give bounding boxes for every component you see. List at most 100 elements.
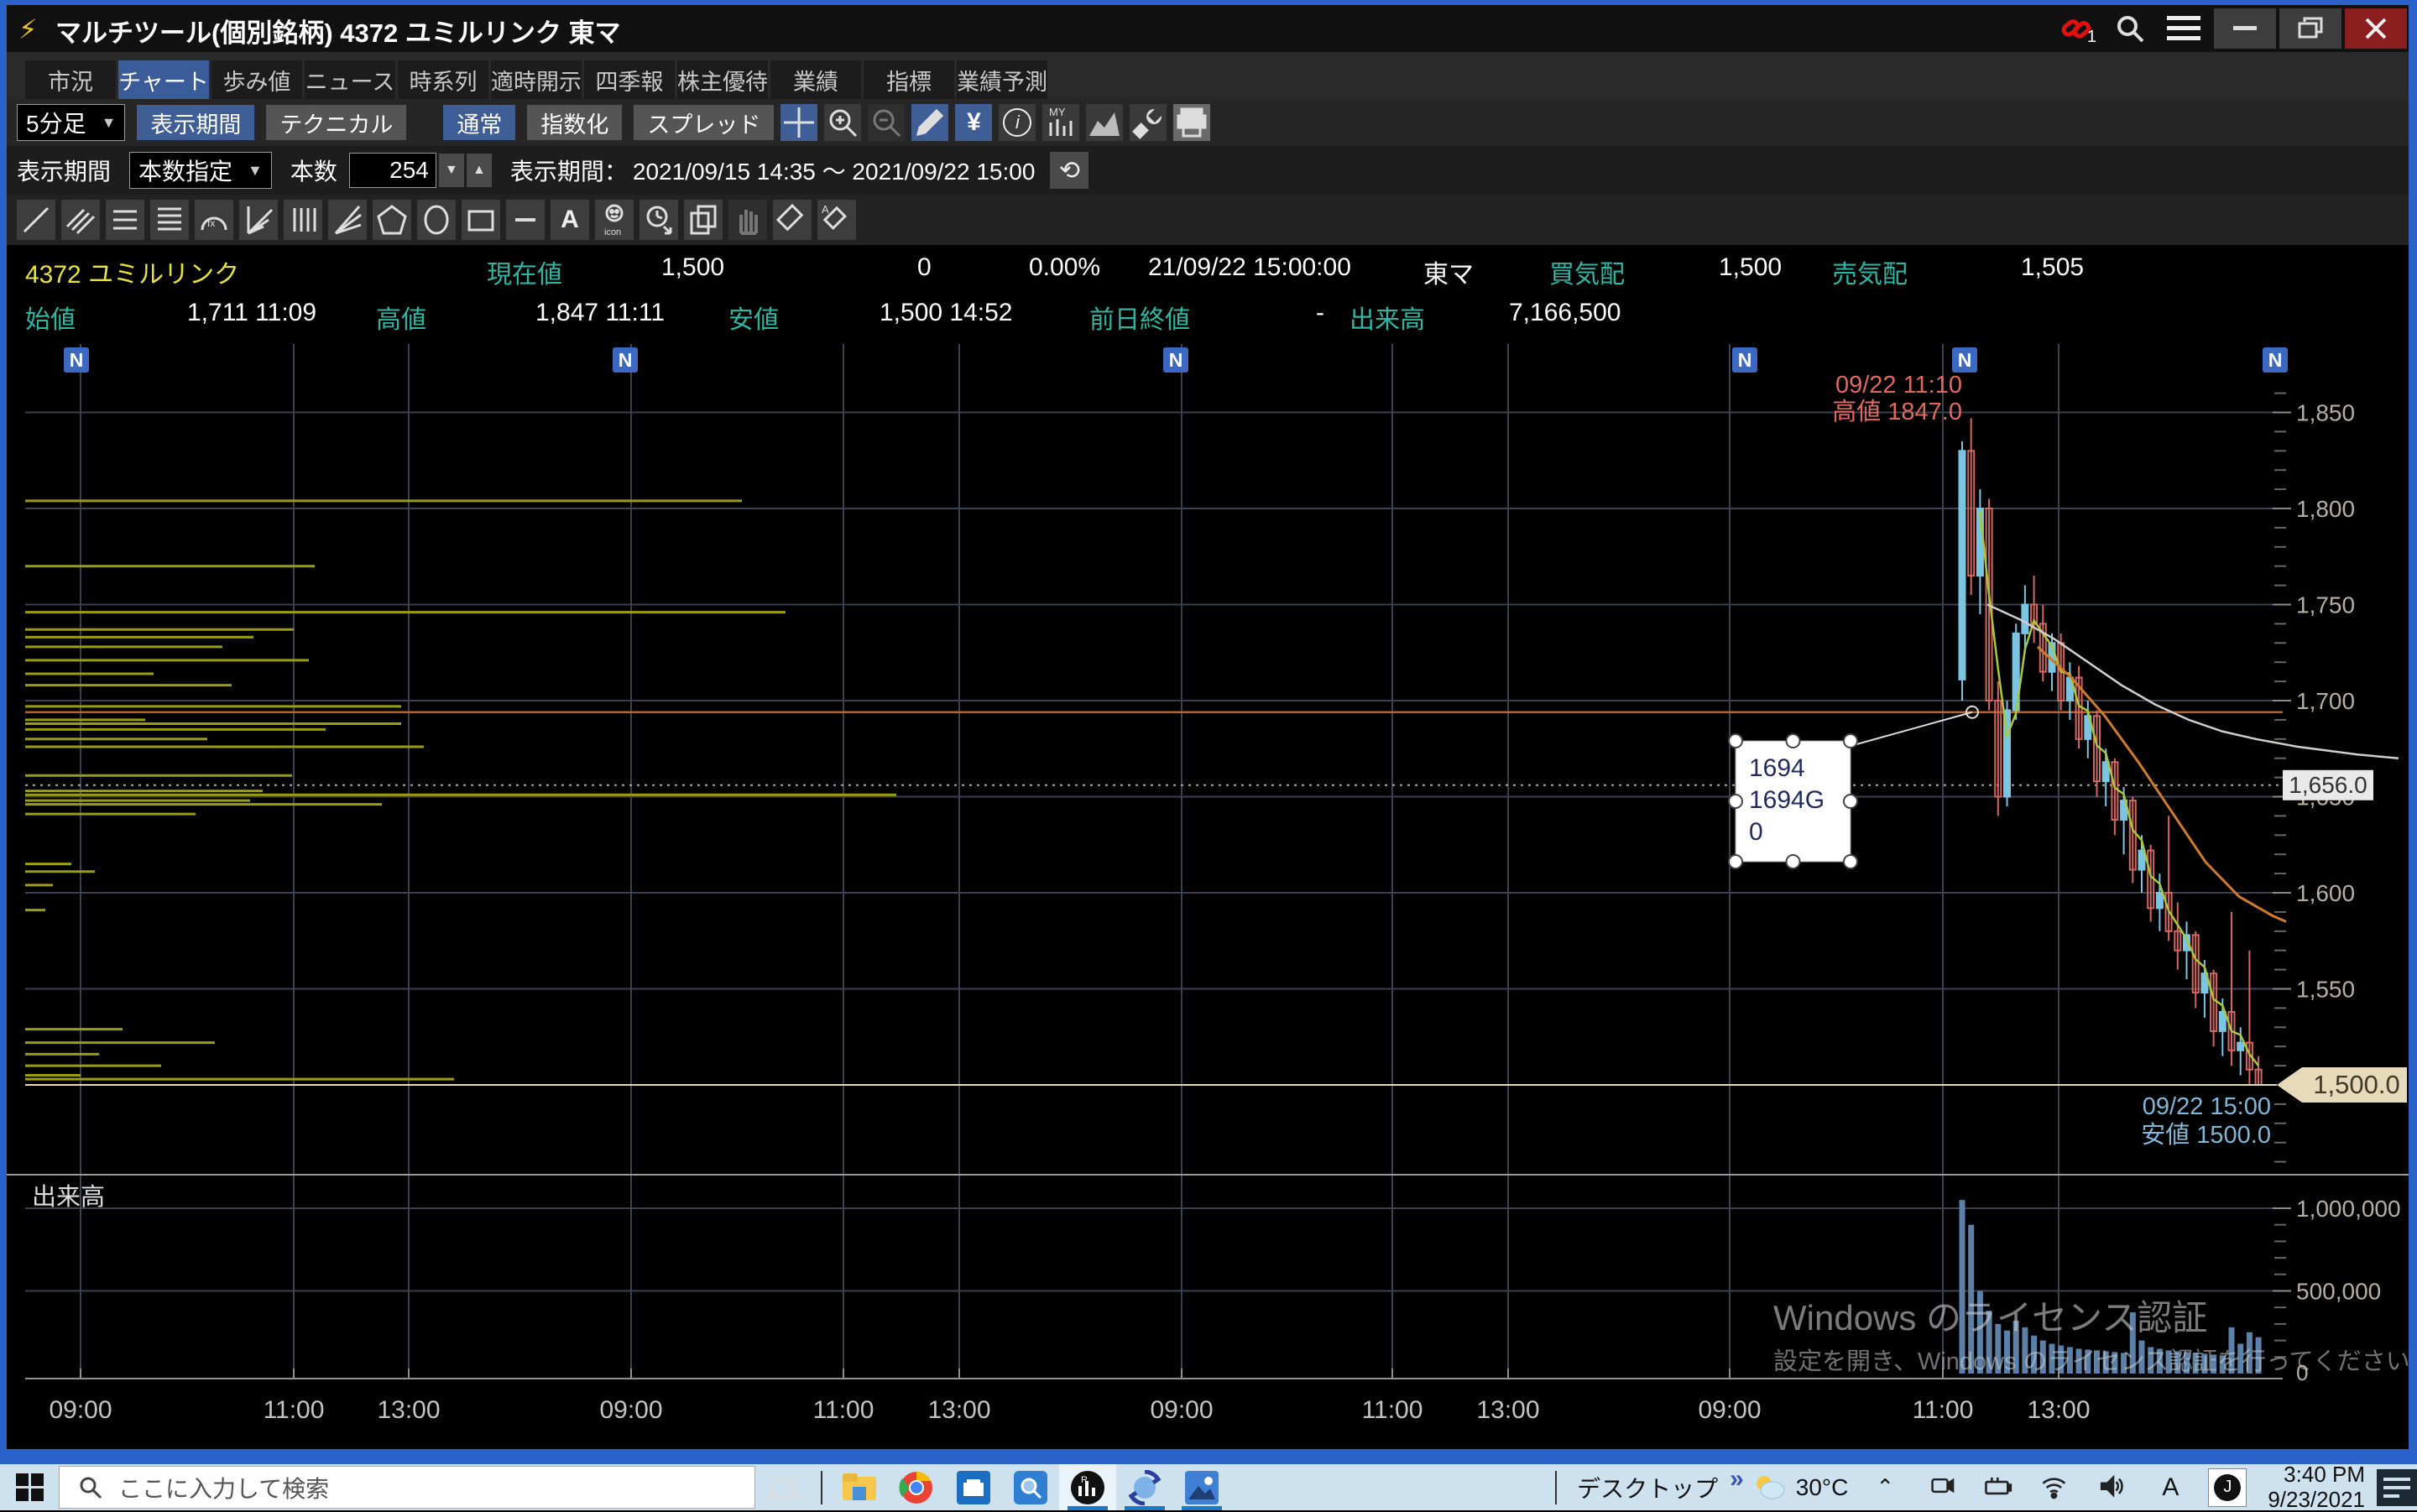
text-tool-icon[interactable]: A: [551, 200, 589, 240]
count-up-button[interactable]: ▲: [467, 154, 492, 187]
taskbar-divider: [821, 1471, 822, 1504]
taskbar-clock[interactable]: 3:40 PM9/23/2021: [2256, 1464, 2377, 1510]
toolbar-button-3[interactable]: 指数化: [527, 105, 622, 140]
range-value: 2021/09/15 14:35 ～ 2021/09/22 15:00: [633, 154, 1036, 187]
low-annotation: 09/22 15:00: [2143, 1093, 2271, 1120]
task-view-icon[interactable]: [755, 1464, 812, 1510]
file-explorer-icon[interactable]: [831, 1464, 888, 1510]
gann-fan-icon[interactable]: [328, 200, 367, 240]
price-axis-label: 1,800: [2296, 496, 2355, 522]
volume-icon[interactable]: [2085, 1464, 2142, 1510]
tray-expand-chevron-icon[interactable]: ⌃: [1856, 1464, 1913, 1510]
tab-0[interactable]: 市況: [25, 60, 116, 99]
tab-10[interactable]: 業績予測: [957, 60, 1047, 99]
meet-now-icon[interactable]: [1913, 1464, 1971, 1510]
pentagon-icon[interactable]: [373, 200, 411, 240]
selection-handle[interactable]: [1729, 795, 1742, 808]
marketspeed-app-icon[interactable]: R: [1059, 1464, 1116, 1510]
time-axis-label: 09:00: [49, 1396, 112, 1424]
sync-app-icon[interactable]: [1116, 1464, 1173, 1510]
fibonacci-arc-icon[interactable]: fx: [195, 200, 233, 240]
tab-2[interactable]: 歩み値: [211, 60, 302, 99]
selection-handle[interactable]: [1844, 734, 1857, 748]
h-lines-4-icon[interactable]: [150, 200, 189, 240]
start-button[interactable]: [0, 1464, 59, 1510]
icon-stamp-icon[interactable]: icon: [595, 200, 634, 240]
reset-range-button[interactable]: ⟲: [1050, 152, 1088, 189]
store-icon[interactable]: [945, 1464, 1002, 1510]
crosshair-icon[interactable]: [780, 104, 817, 141]
pencil-icon[interactable]: [911, 104, 948, 141]
selection-handle[interactable]: [1787, 734, 1800, 748]
svg-text:N: N: [1169, 349, 1183, 371]
copy-layers-icon[interactable]: [684, 200, 723, 240]
desktop-toolbar[interactable]: デスクトップ»: [1565, 1464, 1751, 1510]
tab-1[interactable]: チャート: [118, 60, 209, 99]
link-icon[interactable]: 1: [2049, 8, 2103, 49]
bar-count-input[interactable]: 254: [349, 153, 436, 188]
price-chart[interactable]: 1,8501,8001,7501,7001,6501,6001,5501,000…: [7, 336, 2409, 1449]
toolbar-button-4[interactable]: スプレッド: [634, 105, 774, 140]
tab-8[interactable]: 業績: [770, 60, 861, 99]
hand-tool-icon[interactable]: [728, 200, 767, 240]
zoom-in-icon[interactable]: [824, 104, 861, 141]
eraser-icon[interactable]: [773, 200, 812, 240]
wrench-icon[interactable]: [1130, 104, 1167, 141]
tab-3[interactable]: ニュース: [305, 60, 395, 99]
restore-button[interactable]: [2279, 8, 2341, 49]
printer-icon[interactable]: [1173, 104, 1210, 141]
battery-icon[interactable]: [1971, 1464, 2028, 1510]
my-chart-icon[interactable]: MY: [1042, 104, 1079, 141]
yen-icon[interactable]: ¥: [955, 104, 992, 141]
chart-canvas[interactable]: 1,8501,8001,7501,7001,6501,6001,5501,000…: [7, 336, 2409, 1449]
period-mode-select[interactable]: 本数指定▼: [129, 152, 272, 189]
minimize-button[interactable]: [2214, 8, 2276, 49]
period-label: 表示期間: [17, 154, 111, 187]
selection-handle[interactable]: [1729, 855, 1742, 868]
fan-lines-icon[interactable]: [239, 200, 278, 240]
tab-6[interactable]: 四季報: [584, 60, 675, 99]
count-down-button[interactable]: ▼: [439, 154, 464, 187]
tab-7[interactable]: 株主優待: [677, 60, 768, 99]
tab-4[interactable]: 時系列: [398, 60, 488, 99]
info-icon[interactable]: i: [999, 104, 1036, 141]
toolbar-button-2[interactable]: 通常: [443, 105, 515, 140]
rectangle-icon[interactable]: [462, 200, 500, 240]
trend-line-icon[interactable]: [17, 200, 55, 240]
eraser-all-icon[interactable]: A: [817, 200, 856, 240]
ime-icon[interactable]: J: [2199, 1464, 2256, 1510]
selection-handle[interactable]: [1787, 855, 1800, 868]
tab-5[interactable]: 適時開示: [491, 60, 582, 99]
taskbar-divider-1: [812, 1464, 831, 1510]
selection-handle[interactable]: [1729, 734, 1742, 748]
zoom-out-icon[interactable]: [868, 104, 905, 141]
weather-icon[interactable]: [1751, 1464, 1788, 1510]
svg-text:MY: MY: [1049, 106, 1066, 118]
photos-app-icon[interactable]: [1173, 1464, 1230, 1510]
wifi-icon[interactable]: [2028, 1464, 2085, 1510]
title-bar[interactable]: ⚡ マルチツール(個別銘柄) 4372 ユミルリンク 東マ 1: [7, 5, 2409, 52]
vertical-lines-icon[interactable]: [284, 200, 322, 240]
interval-select[interactable]: 5分足▼: [17, 104, 125, 141]
tab-9[interactable]: 指標: [864, 60, 954, 99]
search-app-icon[interactable]: [1002, 1464, 1059, 1510]
inforow2-field-3: 1,847 11:11: [535, 299, 665, 327]
selection-handle[interactable]: [1844, 795, 1857, 808]
selection-handle[interactable]: [1844, 855, 1857, 868]
ellipse-icon[interactable]: [417, 200, 456, 240]
menu-icon[interactable]: [2157, 8, 2211, 49]
h-lines-3-icon[interactable]: [106, 200, 144, 240]
search-icon[interactable]: [2103, 8, 2157, 49]
close-button[interactable]: [2345, 8, 2407, 49]
taskbar-search-input[interactable]: ここに入力して検索: [59, 1464, 755, 1510]
toolbar-button-0[interactable]: 表示期間: [137, 105, 254, 140]
chrome-icon[interactable]: [888, 1464, 945, 1510]
ime-mode-letter[interactable]: A: [2142, 1464, 2199, 1510]
parallel-hatch-icon[interactable]: [61, 200, 100, 240]
area-chart-icon[interactable]: [1086, 104, 1123, 141]
toolbar-button-1[interactable]: テクニカル: [266, 105, 406, 140]
time-cycle-icon[interactable]: [639, 200, 678, 240]
time-axis-label: 11:00: [1362, 1396, 1423, 1424]
h-segment-icon[interactable]: [506, 200, 545, 240]
action-center-button[interactable]: [2377, 1464, 2417, 1510]
